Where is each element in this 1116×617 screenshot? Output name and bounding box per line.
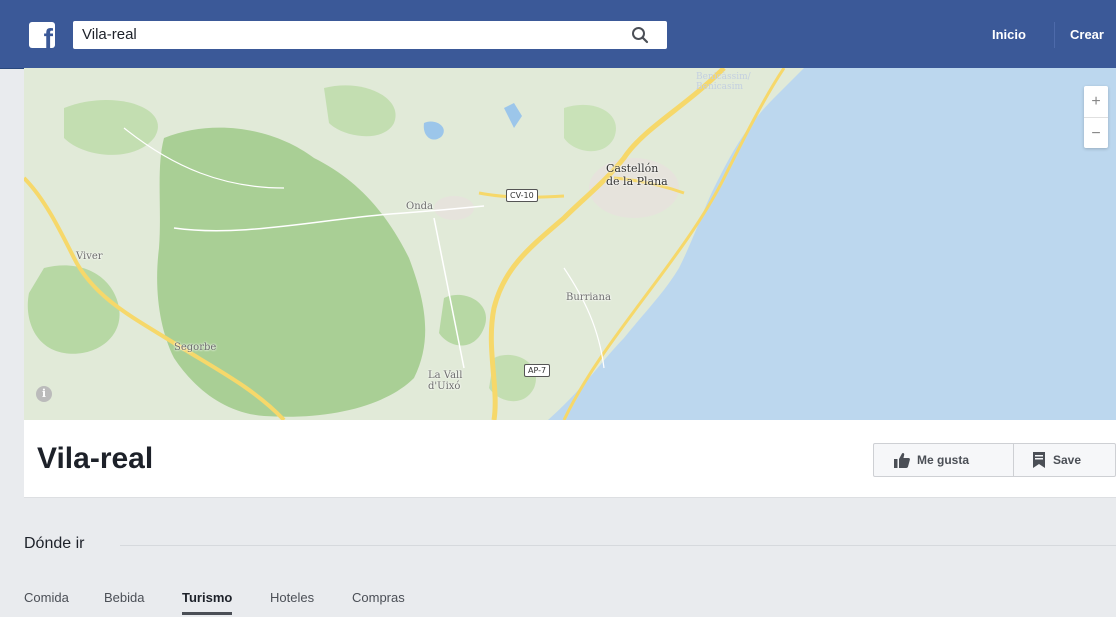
bookmark-icon bbox=[1033, 452, 1045, 468]
tab-turismo-label: Turismo bbox=[182, 590, 233, 605]
facebook-logo-letter: f bbox=[43, 23, 53, 49]
nav-link-inicio[interactable]: Inicio bbox=[992, 27, 1026, 42]
save-button[interactable]: Save bbox=[1013, 443, 1116, 477]
zoom-in-button[interactable]: + bbox=[1084, 86, 1108, 118]
like-button[interactable]: Me gusta bbox=[873, 443, 1014, 477]
search-icon[interactable] bbox=[631, 26, 649, 44]
map-label-segorbe: Segorbe bbox=[174, 342, 217, 353]
map-label-viver: Viver bbox=[76, 251, 103, 262]
facebook-logo-icon[interactable]: f bbox=[29, 22, 55, 48]
section-divider bbox=[120, 545, 1116, 546]
nav-divider bbox=[1054, 22, 1055, 48]
map-graphic bbox=[24, 68, 1116, 420]
road-shield-cv10: CV-10 bbox=[506, 189, 538, 202]
thumbs-up-icon bbox=[894, 453, 910, 468]
map-label-onda: Onda bbox=[406, 201, 434, 212]
nav-link-crear[interactable]: Crear bbox=[1070, 27, 1104, 42]
zoom-out-button[interactable]: − bbox=[1084, 118, 1108, 149]
save-button-label: Save bbox=[1053, 453, 1082, 467]
map-label-castellon: Castellón de la Plana bbox=[606, 162, 668, 188]
search-box[interactable] bbox=[73, 21, 667, 49]
map-label-castellon-text: Castellón de la Plana bbox=[606, 162, 668, 188]
page-header-card: Vila-real Me gusta Save bbox=[24, 420, 1116, 498]
map-zoom-control: + − bbox=[1084, 86, 1108, 148]
map-label-benicassim-text: Benicàssim/ Benicasim bbox=[696, 72, 751, 92]
map-info-icon[interactable]: i bbox=[36, 386, 52, 402]
section-heading-donde-ir: Dónde ir bbox=[24, 535, 85, 552]
map-label-la-vall: La Vall d'Uixó bbox=[428, 370, 462, 392]
like-button-label: Me gusta bbox=[917, 453, 970, 467]
top-navigation-bar: f Inicio Crear bbox=[0, 0, 1116, 69]
active-tab-indicator bbox=[182, 612, 233, 615]
tab-compras[interactable]: Compras bbox=[352, 590, 405, 605]
tab-turismo[interactable]: Turismo bbox=[182, 590, 233, 615]
map-label-benicassim: Benicàssim/ Benicasim bbox=[696, 72, 751, 92]
tab-hoteles[interactable]: Hoteles bbox=[270, 590, 314, 605]
page-title: Vila-real bbox=[37, 442, 154, 475]
location-map[interactable]: Benicàssim/ Benicasim Castellón de la Pl… bbox=[24, 68, 1116, 420]
map-label-burriana: Burriana bbox=[566, 292, 611, 303]
road-shield-ap7: AP-7 bbox=[524, 364, 551, 377]
tab-bebida[interactable]: Bebida bbox=[104, 590, 144, 605]
search-input[interactable] bbox=[82, 21, 631, 47]
map-label-la-vall-text: La Vall d'Uixó bbox=[428, 370, 463, 392]
tab-comida[interactable]: Comida bbox=[24, 590, 69, 605]
